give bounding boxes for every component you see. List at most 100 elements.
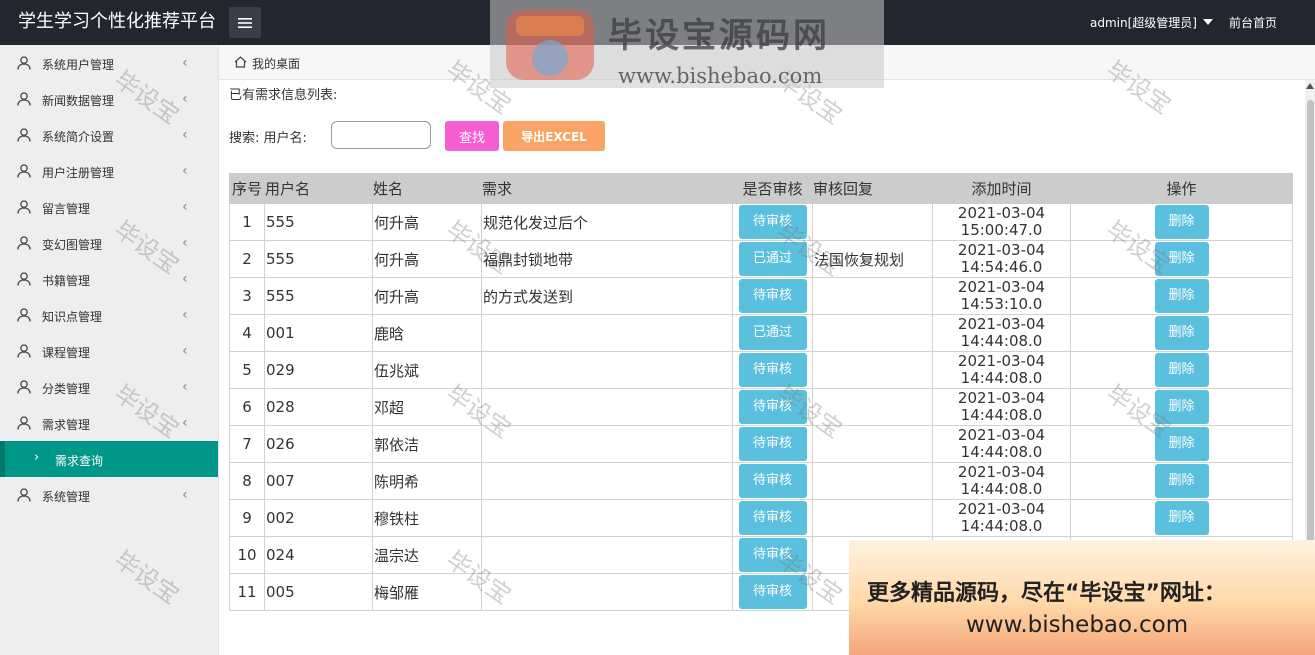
sidebar-item-categories[interactable]: 分类管理 ‹ xyxy=(0,369,218,405)
review-status-button[interactable]: 已通过 xyxy=(738,316,807,350)
sidebar-item-label: 系统简介设置 xyxy=(42,130,115,144)
chevron-left-icon: ‹ xyxy=(182,235,188,251)
delete-button[interactable]: 删除 xyxy=(1154,464,1209,498)
delete-button[interactable]: 删除 xyxy=(1154,316,1209,350)
sidebar-item-label: 用户注册管理 xyxy=(42,166,115,180)
cell-reply xyxy=(812,203,933,241)
column-header-username: 用户名 xyxy=(264,173,373,204)
sidebar-item-label: 变幻图管理 xyxy=(42,238,103,252)
sidebar-item-books[interactable]: 书籍管理 ‹ xyxy=(0,261,218,297)
cell-demand xyxy=(481,499,733,537)
sidebar-item-label: 系统用户管理 xyxy=(42,58,115,72)
cell-index: 3 xyxy=(229,277,265,315)
cell-demand xyxy=(481,536,733,574)
scroll-up-arrow-icon[interactable] xyxy=(1306,83,1314,89)
cell-name: 何升高 xyxy=(372,240,482,278)
review-status-button[interactable]: 待审核 xyxy=(738,279,807,313)
cell-username: 024 xyxy=(264,536,373,574)
review-status-button[interactable]: 待审核 xyxy=(738,501,807,535)
caret-down-icon xyxy=(1202,19,1213,25)
sidebar-item-system[interactable]: 系统管理 ‹ xyxy=(0,477,218,513)
added-date: 2021-03-04 xyxy=(957,389,1046,407)
delete-button[interactable]: 删除 xyxy=(1154,242,1209,276)
cell-demand xyxy=(481,425,733,463)
review-status-button[interactable]: 待审核 xyxy=(738,427,807,461)
sidebar-item-knowledge[interactable]: 知识点管理 ‹ xyxy=(0,297,218,333)
search-button[interactable]: 查找 xyxy=(445,121,499,151)
chevron-left-icon: ‹ xyxy=(182,379,188,395)
chevron-left-icon: ‹ xyxy=(182,91,188,107)
sidebar-subitem-demand-query[interactable]: › 需求查询 xyxy=(0,441,218,477)
cell-demand: 福鼎封锁地带 xyxy=(481,240,733,278)
sidebar-item-carousel[interactable]: 变幻图管理 ‹ xyxy=(0,225,218,261)
cell-name: 陈明希 xyxy=(372,462,482,500)
chevron-left-icon: ‹ xyxy=(182,307,188,323)
review-status-button[interactable]: 待审核 xyxy=(738,575,807,609)
review-status-button[interactable]: 已通过 xyxy=(738,242,807,276)
breadcrumb-current[interactable]: 我的桌面 xyxy=(252,55,300,72)
delete-button[interactable]: 删除 xyxy=(1154,353,1209,387)
cell-reply xyxy=(812,425,933,463)
sidebar-item-messages[interactable]: 留言管理 ‹ xyxy=(0,189,218,225)
cell-index: 2 xyxy=(229,240,265,278)
admin-user-menu[interactable]: admin[超级管理员] xyxy=(1090,14,1213,31)
export-excel-button[interactable]: 导出EXCEL xyxy=(503,121,605,151)
user-icon xyxy=(17,164,31,178)
cell-name: 邓超 xyxy=(372,388,482,426)
added-date: 2021-03-04 xyxy=(957,204,1046,222)
table-row: 7 026 郭依洁 待审核 2021-03-04 14:44:08.0 删除 xyxy=(229,425,1293,463)
chevron-left-icon: ‹ xyxy=(182,487,188,503)
sidebar-subitem-label: 需求查询 xyxy=(55,454,104,468)
username-search-input[interactable] xyxy=(331,121,431,149)
sidebar-item-system-users[interactable]: 系统用户管理 ‹ xyxy=(0,45,218,81)
chevron-left-icon: ‹ xyxy=(182,127,188,143)
sidebar-item-registration[interactable]: 用户注册管理 ‹ xyxy=(0,153,218,189)
cell-added-time: 2021-03-04 14:44:08.0 xyxy=(932,351,1071,389)
cell-added-time: 2021-03-04 14:44:08.0 xyxy=(932,314,1071,352)
column-header-index: 序号 xyxy=(229,173,265,204)
user-icon xyxy=(17,200,31,214)
sidebar-item-label: 新闻数据管理 xyxy=(42,94,115,108)
sidebar-item-news[interactable]: 新闻数据管理 ‹ xyxy=(0,81,218,117)
frontpage-link[interactable]: 前台首页 xyxy=(1229,14,1277,31)
user-icon xyxy=(17,344,31,358)
added-date: 2021-03-04 xyxy=(957,278,1046,296)
sidebar-item-label: 需求管理 xyxy=(42,418,91,432)
review-status-button[interactable]: 待审核 xyxy=(738,464,807,498)
cell-name: 伍兆斌 xyxy=(372,351,482,389)
cell-index: 11 xyxy=(229,573,265,611)
cell-reply xyxy=(812,351,933,389)
added-date: 2021-03-04 xyxy=(957,352,1046,370)
review-status-button[interactable]: 待审核 xyxy=(738,538,807,572)
chevron-right-icon: › xyxy=(34,450,40,465)
added-clock: 14:44:08.0 xyxy=(960,517,1043,535)
sidebar-item-label: 留言管理 xyxy=(42,202,91,216)
review-status-button[interactable]: 待审核 xyxy=(738,390,807,424)
cell-added-time: 2021-03-04 14:44:08.0 xyxy=(932,462,1071,500)
sidebar-item-courses[interactable]: 课程管理 ‹ xyxy=(0,333,218,369)
delete-button[interactable]: 删除 xyxy=(1154,390,1209,424)
cell-added-time: 2021-03-04 14:44:08.0 xyxy=(932,499,1071,537)
sidebar-item-demands[interactable]: 需求管理 ‹ xyxy=(0,405,218,441)
user-icon xyxy=(17,272,31,286)
review-status-button[interactable]: 待审核 xyxy=(738,353,807,387)
cell-index: 7 xyxy=(229,425,265,463)
added-clock: 14:44:08.0 xyxy=(960,406,1043,424)
cell-name: 何升高 xyxy=(372,203,482,241)
menu-toggle-button[interactable] xyxy=(229,7,261,38)
sidebar-item-intro[interactable]: 系统简介设置 ‹ xyxy=(0,117,218,153)
delete-button[interactable]: 删除 xyxy=(1154,205,1209,239)
review-status-button[interactable]: 待审核 xyxy=(738,205,807,239)
chevron-left-icon: ‹ xyxy=(182,343,188,359)
hamburger-icon xyxy=(238,17,252,28)
cell-demand xyxy=(481,314,733,352)
search-label: 搜索: 用户名: xyxy=(229,131,307,146)
table-row: 6 028 邓超 待审核 2021-03-04 14:44:08.0 删除 xyxy=(229,388,1293,426)
cell-demand xyxy=(481,462,733,500)
column-header-actions: 操作 xyxy=(1070,173,1293,204)
delete-button[interactable]: 删除 xyxy=(1154,501,1209,535)
cell-index: 4 xyxy=(229,314,265,352)
cell-added-time: 2021-03-04 14:54:46.0 xyxy=(932,240,1071,278)
delete-button[interactable]: 删除 xyxy=(1154,427,1209,461)
delete-button[interactable]: 删除 xyxy=(1154,279,1209,313)
